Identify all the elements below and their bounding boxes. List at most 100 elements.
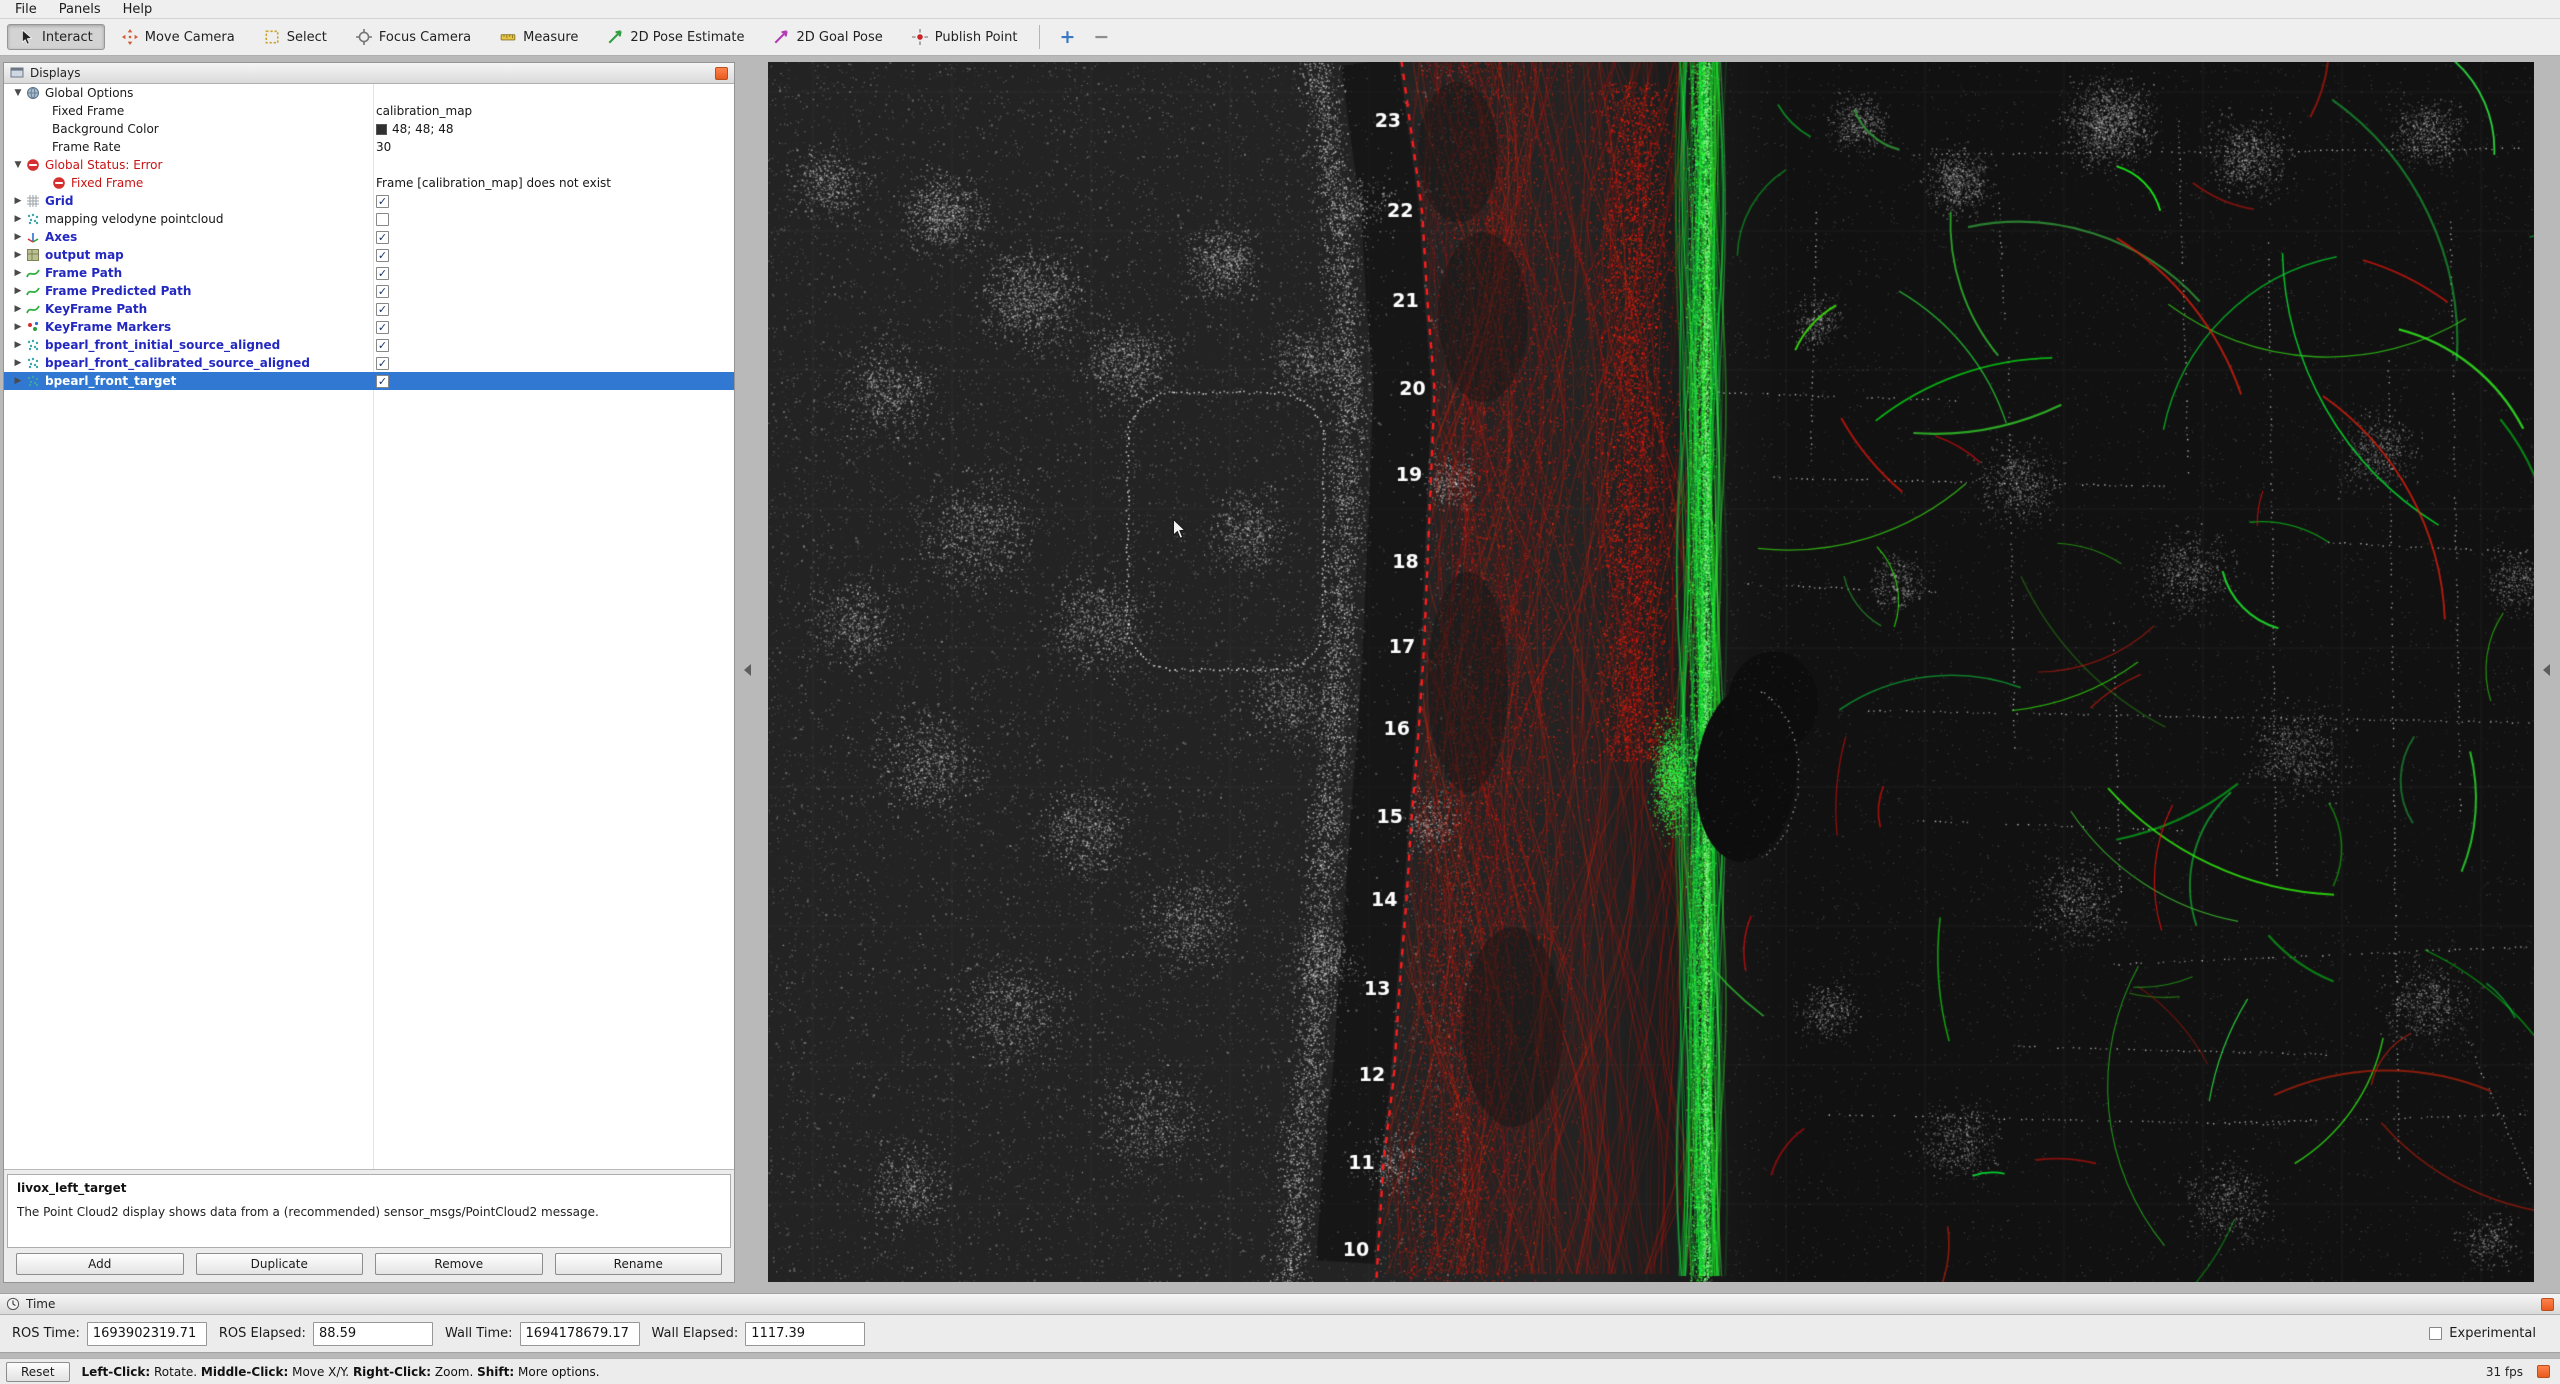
expander-icon[interactable]: ▶ <box>10 264 26 282</box>
time-field-wall-time: Wall Time: <box>445 1322 640 1346</box>
tree-row-background-color[interactable]: Background Color48; 48; 48 <box>4 120 734 138</box>
options-icon <box>26 86 41 101</box>
experimental-label: Experimental <box>2449 1326 2536 1341</box>
display-description-body: The Point Cloud2 display shows data from… <box>17 1205 721 1219</box>
remove-tool-button[interactable]: − <box>1084 25 1118 49</box>
tree-row-frame-predicted-path[interactable]: ▶Frame Predicted Path✓ <box>4 282 734 300</box>
expander-icon[interactable]: ▶ <box>10 246 26 264</box>
tree-row-bpearl-front-target[interactable]: ▶bpearl_front_target✓ <box>4 372 734 390</box>
tree-row-frame-rate[interactable]: Frame Rate30 <box>4 138 734 156</box>
tool-measure[interactable]: Measure <box>488 24 590 50</box>
tool-publish-point[interactable]: Publish Point <box>900 24 1030 50</box>
expander-icon[interactable]: ▶ <box>10 354 26 372</box>
expander-icon[interactable]: ▶ <box>10 318 26 336</box>
display-checkbox[interactable]: ✓ <box>376 339 389 352</box>
expander-icon[interactable]: ▶ <box>10 192 26 210</box>
goal-pose-icon <box>773 29 789 45</box>
tree-row-axes[interactable]: ▶Axes✓ <box>4 228 734 246</box>
display-checkbox[interactable]: ✓ <box>376 357 389 370</box>
tool-select[interactable]: Select <box>252 24 339 50</box>
menu-file[interactable]: File <box>4 0 48 18</box>
path-icon <box>26 266 41 281</box>
row-label: Fixed Frame <box>71 174 143 192</box>
tree-row-fixed-frame[interactable]: Fixed Framecalibration_map <box>4 102 734 120</box>
tree-row-grid[interactable]: ▶Grid✓ <box>4 192 734 210</box>
row-label: Global Status: Error <box>45 156 162 174</box>
expander-icon[interactable]: ▶ <box>10 336 26 354</box>
display-checkbox[interactable]: ✓ <box>376 285 389 298</box>
tree-row-fixed-frame[interactable]: Fixed Frame Frame [calibration_map] does … <box>4 174 734 192</box>
right-panel-expand-handle[interactable] <box>2543 664 2550 676</box>
display-checkbox[interactable]: ✓ <box>376 375 389 388</box>
tree-row-global-status-error[interactable]: ▼ Global Status: Error <box>4 156 734 174</box>
tree-row-keyframe-markers[interactable]: ▶KeyFrame Markers✓ <box>4 318 734 336</box>
menu-panels[interactable]: Panels <box>48 0 112 18</box>
row-label: KeyFrame Path <box>45 300 147 318</box>
select-icon <box>264 29 280 45</box>
tool-move-camera[interactable]: Move Camera <box>110 24 247 50</box>
tool-interact[interactable]: Interact <box>7 24 105 50</box>
time-field-input[interactable] <box>313 1322 433 1346</box>
tool-focus-camera[interactable]: Focus Camera <box>344 24 483 50</box>
row-label: bpearl_front_initial_source_aligned <box>45 336 280 354</box>
display-checkbox[interactable]: ✓ <box>376 249 389 262</box>
display-description: livox_left_target The Point Cloud2 displ… <box>7 1174 731 1248</box>
display-checkbox[interactable]: ✓ <box>376 303 389 316</box>
display-checkbox[interactable] <box>376 213 389 226</box>
tool-label: 2D Goal Pose <box>796 30 882 45</box>
expander-icon[interactable]: ▶ <box>10 282 26 300</box>
row-value: Frame [calibration_map] does not exist <box>376 174 611 192</box>
displays-panel-collapse-handle[interactable] <box>744 664 751 676</box>
time-panel-close-button[interactable] <box>2541 1298 2554 1311</box>
rename-button[interactable]: Rename <box>555 1253 723 1275</box>
expander-icon[interactable]: ▶ <box>10 372 26 390</box>
row-value: calibration_map <box>376 102 472 120</box>
viewport-3d[interactable] <box>768 62 2534 1282</box>
add-button[interactable]: Add <box>16 1253 184 1275</box>
tool-pose-estimate[interactable]: 2D Pose Estimate <box>595 24 756 50</box>
displays-panel: Displays ▼Global OptionsFixed Framecalib… <box>3 62 735 1283</box>
tree-row-keyframe-path[interactable]: ▶ KeyFrame Path ✓ <box>4 300 734 318</box>
tree-row-bpearl-front-initial-source-aligned[interactable]: ▶ bpearl_front_initial_source_aligned ✓ <box>4 336 734 354</box>
display-checkbox[interactable]: ✓ <box>376 195 389 208</box>
menu-help[interactable]: Help <box>112 0 164 18</box>
expander-icon[interactable]: ▶ <box>10 210 26 228</box>
color-swatch <box>376 124 387 135</box>
move-camera-icon <box>122 29 138 45</box>
tool-label: Publish Point <box>935 30 1018 45</box>
viewport-canvas[interactable] <box>768 62 2534 1282</box>
expander-icon[interactable]: ▼ <box>10 156 26 174</box>
tree-row-bpearl-front-calibrated-source-aligned[interactable]: ▶bpearl_front_calibrated_source_aligned✓ <box>4 354 734 372</box>
tool-label: Select <box>287 30 327 45</box>
reset-button[interactable]: Reset <box>6 1362 70 1382</box>
tree-row-global-options[interactable]: ▼Global Options <box>4 84 734 102</box>
hint-segment: Rotate. <box>150 1365 201 1379</box>
hint-segment: Middle-Click: <box>201 1365 288 1379</box>
experimental-checkbox[interactable] <box>2429 1327 2442 1340</box>
time-panel: Time ROS Time:ROS Elapsed:Wall Time:Wall… <box>0 1293 2560 1353</box>
toolbar-separator <box>1039 25 1040 49</box>
axes-icon <box>26 230 41 245</box>
displays-panel-close-button[interactable] <box>715 67 728 80</box>
tree-row-mapping-velodyne-pointcloud[interactable]: ▶mapping velodyne pointcloud <box>4 210 734 228</box>
remove-button[interactable]: Remove <box>375 1253 543 1275</box>
display-checkbox[interactable]: ✓ <box>376 267 389 280</box>
tool-goal-pose[interactable]: 2D Goal Pose <box>761 24 894 50</box>
hint-segment: Left-Click: <box>82 1365 151 1379</box>
time-fields: ROS Time:ROS Elapsed:Wall Time:Wall Elap… <box>0 1315 2560 1352</box>
tree-row-output-map[interactable]: ▶output map✓ <box>4 246 734 264</box>
duplicate-button[interactable]: Duplicate <box>196 1253 364 1275</box>
expander-icon[interactable]: ▼ <box>10 84 26 102</box>
expander-icon[interactable]: ▶ <box>10 300 26 318</box>
tool-label: Move Camera <box>145 30 235 45</box>
time-field-input[interactable] <box>87 1322 207 1346</box>
main-area: Displays ▼Global OptionsFixed Framecalib… <box>0 56 2560 1293</box>
add-tool-button[interactable]: + <box>1050 25 1084 49</box>
expander-icon[interactable]: ▶ <box>10 228 26 246</box>
time-field-input[interactable] <box>745 1322 865 1346</box>
display-checkbox[interactable]: ✓ <box>376 231 389 244</box>
time-field-input[interactable] <box>520 1322 640 1346</box>
display-checkbox[interactable]: ✓ <box>376 321 389 334</box>
tree-row-frame-path[interactable]: ▶Frame Path✓ <box>4 264 734 282</box>
path-icon <box>26 302 41 317</box>
